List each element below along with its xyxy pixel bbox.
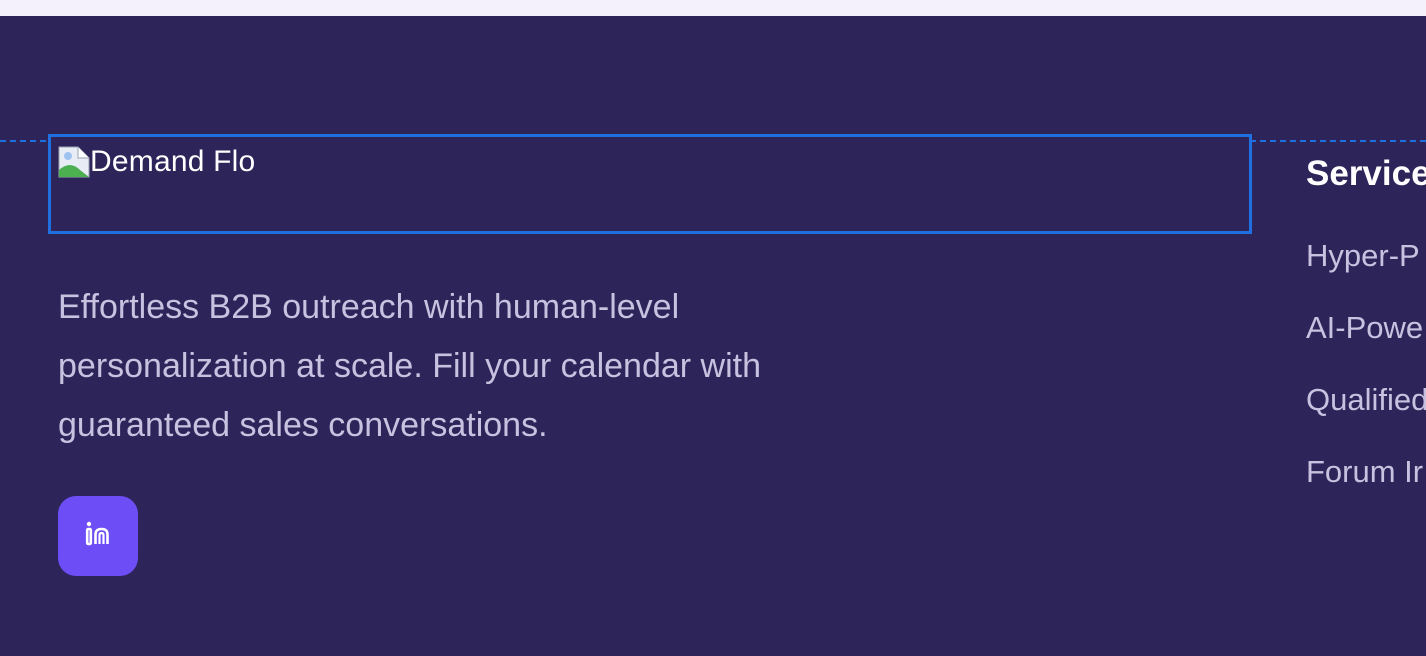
services-heading: Service <box>1306 154 1426 193</box>
linkedin-button[interactable] <box>58 496 138 576</box>
services-link[interactable]: Qualified <box>1306 382 1426 454</box>
broken-image-icon <box>58 146 90 178</box>
brand-logo[interactable]: Demand Flo <box>58 145 255 179</box>
footer-tagline: Effortless B2B outreach with human-level… <box>58 288 762 444</box>
services-link[interactable]: Forum Ir <box>1306 454 1426 526</box>
linkedin-icon <box>82 518 114 555</box>
services-link[interactable]: AI-Powe <box>1306 310 1426 382</box>
services-list: Hyper-P AI-Powe Qualified Forum Ir <box>1306 238 1426 526</box>
page-top-strip <box>0 0 1426 16</box>
logo-alt-text: Demand Flo <box>90 145 256 178</box>
services-link[interactable]: Hyper-P <box>1306 238 1426 310</box>
